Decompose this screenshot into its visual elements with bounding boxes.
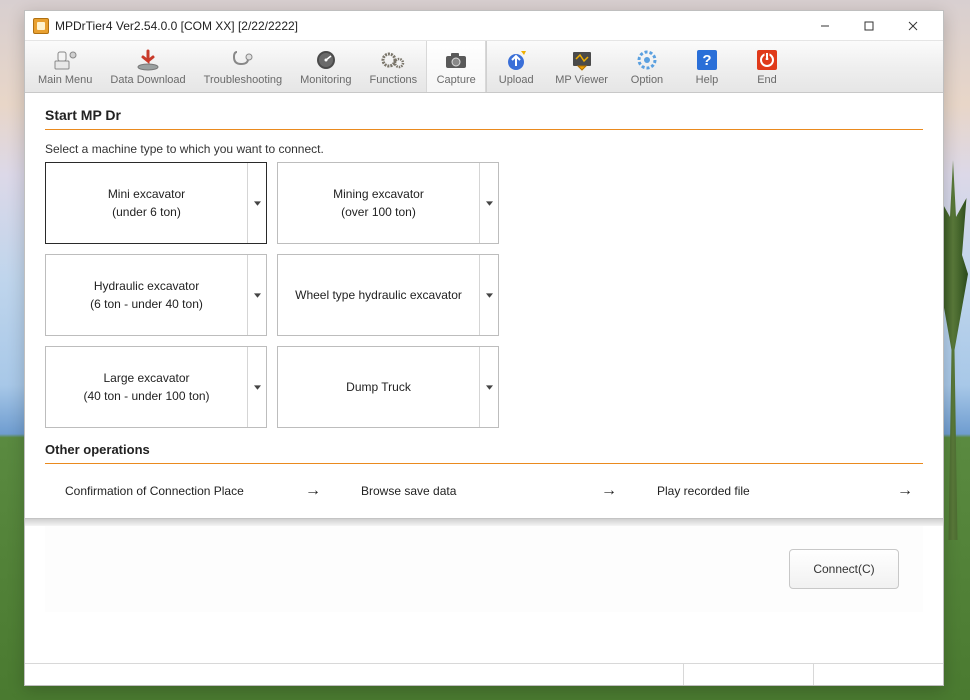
toolbar-mp-viewer[interactable]: MP Viewer	[546, 41, 617, 92]
statusbar-cell-1	[683, 664, 813, 685]
other-operations-heading: Other operations	[45, 442, 923, 464]
machine-wheel-type-hydraulic[interactable]: Wheel type hydraulic excavator	[277, 254, 499, 336]
main-menu-icon	[52, 48, 78, 72]
app-icon	[33, 18, 49, 34]
toolbar-help[interactable]: ? Help	[677, 41, 737, 92]
footer-bar: Connect(C)	[45, 526, 923, 612]
toolbar-option[interactable]: Option	[617, 41, 677, 92]
upload-icon	[503, 48, 529, 72]
machine-mini-excavator[interactable]: Mini excavator (under 6 ton)	[45, 162, 267, 244]
toolbar-troubleshooting[interactable]: Troubleshooting	[195, 41, 291, 92]
close-button[interactable]	[891, 12, 935, 40]
arrow-right-icon: →	[897, 482, 913, 500]
toolbar-data-download[interactable]: Data Download	[101, 41, 194, 92]
help-icon: ?	[694, 48, 720, 72]
instruction-text: Select a machine type to which you want …	[45, 142, 923, 156]
other-operations-row: Confirmation of Connection Place → Brows…	[45, 474, 923, 508]
toolbar-functions[interactable]: Functions	[360, 41, 426, 92]
arrow-right-icon: →	[601, 482, 617, 500]
download-icon	[135, 48, 161, 72]
window-title: MPDrTier4 Ver2.54.0.0 [COM XX] [2/22/222…	[55, 19, 298, 33]
connect-button[interactable]: Connect(C)	[789, 549, 899, 589]
page-title: Start MP Dr	[45, 107, 923, 130]
camera-icon	[443, 48, 469, 72]
op-confirm-connection[interactable]: Confirmation of Connection Place →	[45, 474, 331, 508]
option-gear-icon	[634, 48, 660, 72]
toolbar: Main Menu Data Download Troubleshooting …	[25, 41, 943, 93]
svg-text:?: ?	[702, 52, 711, 69]
statusbar	[25, 663, 943, 685]
machine-mining-excavator[interactable]: Mining excavator (over 100 ton)	[277, 162, 499, 244]
machine-hydraulic-excavator[interactable]: Hydraulic excavator (6 ton - under 40 to…	[45, 254, 267, 336]
machine-large-excavator[interactable]: Large excavator (40 ton - under 100 ton)	[45, 346, 267, 428]
dropdown-icon[interactable]	[480, 255, 498, 335]
dropdown-icon[interactable]	[248, 347, 266, 427]
power-icon	[754, 48, 780, 72]
dropdown-icon[interactable]	[248, 163, 266, 243]
stethoscope-icon	[230, 48, 256, 72]
viewer-icon	[569, 48, 595, 72]
gauge-icon	[313, 48, 339, 72]
machine-grid: Mini excavator (under 6 ton) Mining exca…	[45, 162, 923, 428]
dropdown-icon[interactable]	[480, 163, 498, 243]
dropdown-icon[interactable]	[480, 347, 498, 427]
toolbar-monitoring[interactable]: Monitoring	[291, 41, 360, 92]
app-window: MPDrTier4 Ver2.54.0.0 [COM XX] [2/22/222…	[24, 10, 944, 686]
gears-icon	[380, 48, 406, 72]
titlebar: MPDrTier4 Ver2.54.0.0 [COM XX] [2/22/222…	[25, 11, 943, 41]
content-area: Start MP Dr Select a machine type to whi…	[25, 93, 943, 663]
toolbar-capture[interactable]: Capture	[426, 41, 486, 92]
dropdown-icon[interactable]	[248, 255, 266, 335]
minimize-button[interactable]	[803, 12, 847, 40]
toolbar-main-menu[interactable]: Main Menu	[29, 41, 101, 92]
toolbar-upload[interactable]: Upload	[486, 41, 546, 92]
statusbar-cell-2	[813, 664, 943, 685]
arrow-right-icon: →	[305, 482, 321, 500]
op-browse-save-data[interactable]: Browse save data →	[341, 474, 627, 508]
divider	[25, 518, 943, 526]
maximize-button[interactable]	[847, 12, 891, 40]
machine-dump-truck[interactable]: Dump Truck	[277, 346, 499, 428]
op-play-recorded-file[interactable]: Play recorded file →	[637, 474, 923, 508]
toolbar-end[interactable]: End	[737, 41, 797, 92]
